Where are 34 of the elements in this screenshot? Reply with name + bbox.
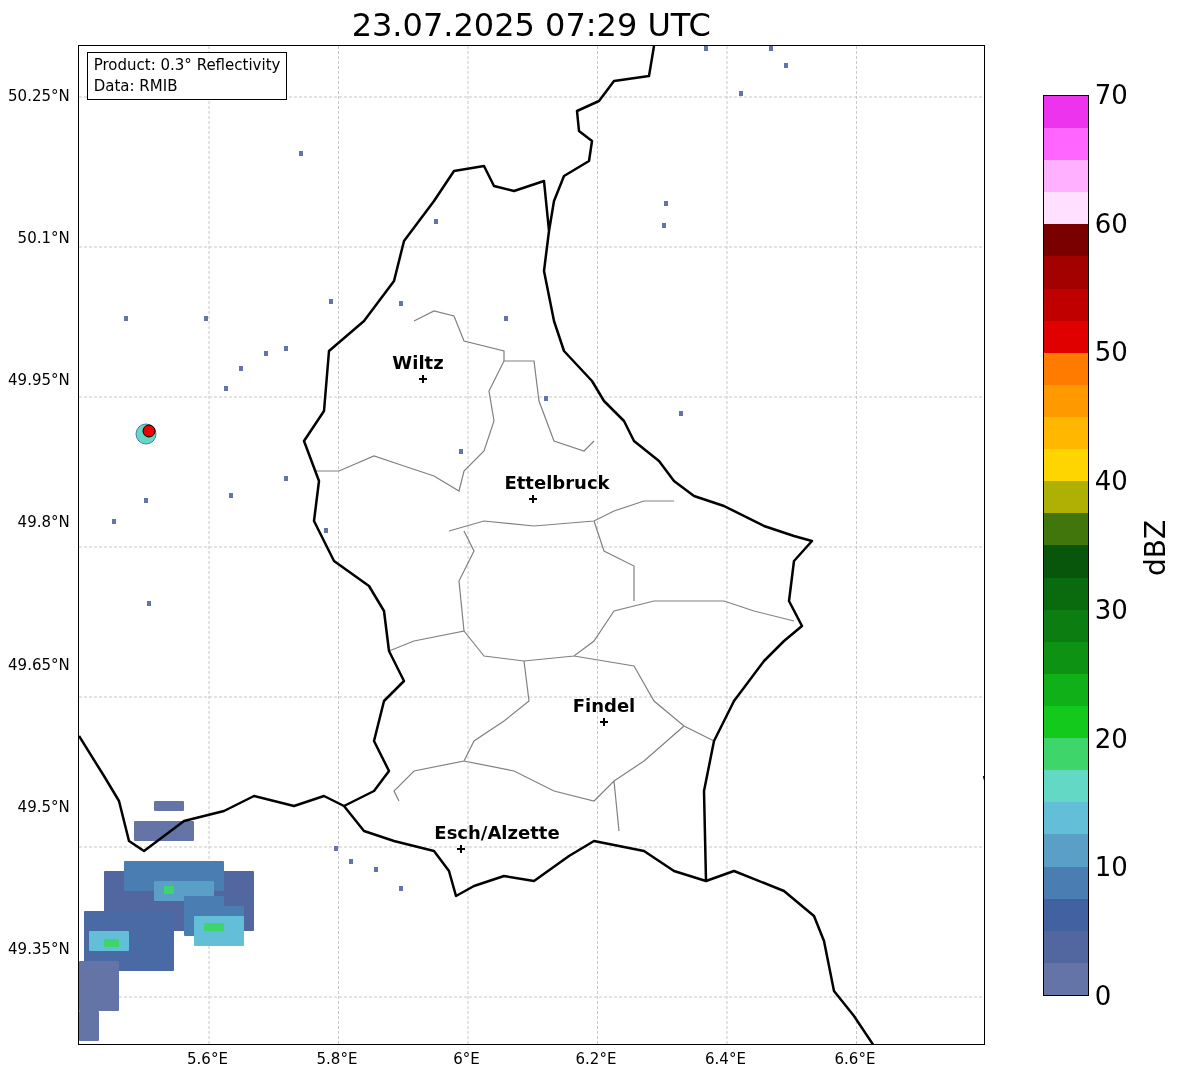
longitude-label: 6.6°E xyxy=(834,1049,876,1069)
colorbar-tick-label: 10 xyxy=(1094,853,1128,882)
city-label: Esch/Alzette xyxy=(434,822,560,843)
city-label: Findel xyxy=(572,695,635,716)
colorbar-title: dBZ xyxy=(1139,519,1172,577)
longitude-label: 5.8°E xyxy=(316,1049,358,1069)
longitude-label: 6°E xyxy=(453,1049,480,1069)
city-marker-icon xyxy=(527,494,538,504)
longitude-label: 6.4°E xyxy=(705,1049,746,1069)
colorbar-tick-label: 60 xyxy=(1094,209,1128,238)
colorbar-tick-label: 30 xyxy=(1094,595,1128,624)
info-text: Product: 0.3° Reflectivity xyxy=(93,55,281,76)
latitude-label: 50.25°N xyxy=(8,86,70,106)
city-marker-icon xyxy=(417,374,428,384)
latitude-label: 50.1°N xyxy=(17,228,70,249)
latitude-label: 49.8°N xyxy=(17,512,70,533)
colorbar-tick-label: 40 xyxy=(1094,467,1128,496)
latitude-label: 49.5°N xyxy=(17,796,70,817)
colorbar-tick-label: 70 xyxy=(1094,81,1128,109)
colorbar-tick-label: 0 xyxy=(1094,981,1113,1010)
city-marker-icon xyxy=(455,844,466,854)
latitude-label: 49.35°N xyxy=(8,938,70,959)
latitude-label: 49.95°N xyxy=(8,370,70,391)
city-label: Wiltz xyxy=(392,352,444,373)
city-label: Ettelbruck xyxy=(504,472,610,493)
city-marker-icon xyxy=(598,717,609,727)
chart-title: 23.07.2025 07:29 UTC xyxy=(351,5,711,45)
radar-site-marker xyxy=(135,423,157,445)
info-text: Data: RMIB xyxy=(93,76,179,97)
longitude-label: 5.6°E xyxy=(187,1049,228,1069)
latitude-label: 49.65°N xyxy=(8,654,70,675)
longitude-label: 6.2°E xyxy=(575,1049,617,1069)
colorbar-tick-label: 50 xyxy=(1094,338,1128,367)
colorbar-tick-label: 20 xyxy=(1094,724,1128,753)
